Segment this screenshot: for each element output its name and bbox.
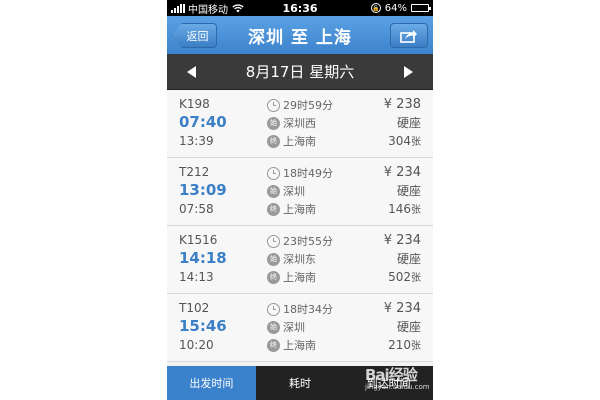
date-selector: 8月17日 星期六 — [167, 54, 433, 90]
status-time: 16:36 — [282, 1, 318, 15]
seat-type: 硬座 — [396, 184, 421, 198]
train-row[interactable]: K198 07:40 13:39 29时59分 始深圳西 终上海南 ¥ 238 … — [167, 90, 433, 158]
watermark: Bai经验 jingyan.baidu.com — [365, 364, 435, 394]
price: ¥ 234 — [383, 301, 421, 316]
selected-date: 8月17日 星期六 — [245, 63, 355, 81]
to-station: 上海南 — [283, 271, 316, 284]
battery-icon — [411, 4, 431, 12]
arrive-time: 13:39 — [179, 134, 214, 148]
train-number: K198 — [179, 97, 210, 111]
price: ¥ 238 — [383, 97, 421, 112]
start-station-badge-icon: 始 — [267, 184, 280, 198]
seats-left: 210 — [388, 338, 411, 352]
watermark-logo: Bai经验 — [365, 366, 418, 384]
seats-unit: 张 — [411, 137, 421, 148]
seats-unit: 张 — [411, 205, 421, 216]
to-station: 上海南 — [283, 203, 316, 216]
duration: 18时34分 — [283, 303, 333, 316]
depart-time: 14:18 — [179, 249, 227, 267]
seat-type: 硬座 — [396, 320, 421, 334]
watermark-url: jingyan.baidu.com — [365, 383, 430, 391]
start-station-badge-icon: 始 — [267, 320, 280, 334]
train-row[interactable]: T102 15:46 10:20 18时34分 始深圳 终上海南 ¥ 234 硬… — [167, 294, 433, 362]
clock-icon — [267, 302, 280, 316]
start-station-badge-icon: 始 — [267, 116, 280, 130]
seats-left: 304 — [388, 134, 411, 148]
seats-unit: 张 — [411, 273, 421, 284]
to-station: 上海南 — [283, 135, 316, 148]
train-row[interactable]: T212 13:09 07:58 18时49分 始深圳 终上海南 ¥ 234 硬… — [167, 158, 433, 226]
train-number: T102 — [179, 301, 210, 315]
seat-type: 硬座 — [396, 252, 421, 266]
price: ¥ 234 — [383, 233, 421, 248]
clock-icon — [267, 234, 280, 248]
clock-icon — [267, 166, 280, 180]
duration: 18时49分 — [283, 167, 333, 180]
train-number: T212 — [179, 165, 210, 179]
depart-time: 15:46 — [179, 317, 227, 335]
status-bar: 中国移动 16:36 🔒 64% — [167, 0, 433, 16]
end-station-badge-icon: 终 — [267, 202, 280, 216]
arrive-time: 10:20 — [179, 338, 214, 352]
seats-left: 502 — [388, 270, 411, 284]
depart-time: 07:40 — [179, 113, 227, 131]
start-station-badge-icon: 始 — [267, 252, 280, 266]
duration: 29时59分 — [283, 99, 333, 112]
depart-time: 13:09 — [179, 181, 227, 199]
arrive-time: 14:13 — [179, 270, 214, 284]
prev-day-arrow-icon[interactable] — [187, 66, 196, 78]
price: ¥ 234 — [383, 165, 421, 180]
from-station: 深圳东 — [283, 253, 316, 266]
share-icon — [400, 29, 417, 43]
duration: 23时55分 — [283, 235, 333, 248]
seats-unit: 张 — [411, 341, 421, 352]
to-station: 上海南 — [283, 339, 316, 352]
end-station-badge-icon: 终 — [267, 338, 280, 352]
next-day-arrow-icon[interactable] — [404, 66, 413, 78]
from-station: 深圳西 — [283, 117, 316, 130]
seats-left: 146 — [388, 202, 411, 216]
train-number: K1516 — [179, 233, 218, 247]
from-station: 深圳 — [283, 321, 305, 334]
arrive-time: 07:58 — [179, 202, 214, 216]
end-station-badge-icon: 终 — [267, 270, 280, 284]
tab-duration[interactable]: 耗时 — [256, 366, 345, 400]
clock-icon — [267, 98, 280, 112]
from-station: 深圳 — [283, 185, 305, 198]
train-list: K198 07:40 13:39 29时59分 始深圳西 终上海南 ¥ 238 … — [167, 90, 433, 362]
share-button[interactable] — [390, 23, 428, 48]
phone-screen: 中国移动 16:36 🔒 64% 返回 深圳 至 上海 8月17日 星期六 K1… — [167, 0, 433, 400]
train-row[interactable]: K1516 14:18 14:13 23时55分 始深圳东 终上海南 ¥ 234… — [167, 226, 433, 294]
nav-bar: 返回 深圳 至 上海 — [167, 16, 433, 54]
tab-depart-time[interactable]: 出发时间 — [167, 366, 256, 400]
seat-type: 硬座 — [396, 116, 421, 130]
end-station-badge-icon: 终 — [267, 134, 280, 148]
